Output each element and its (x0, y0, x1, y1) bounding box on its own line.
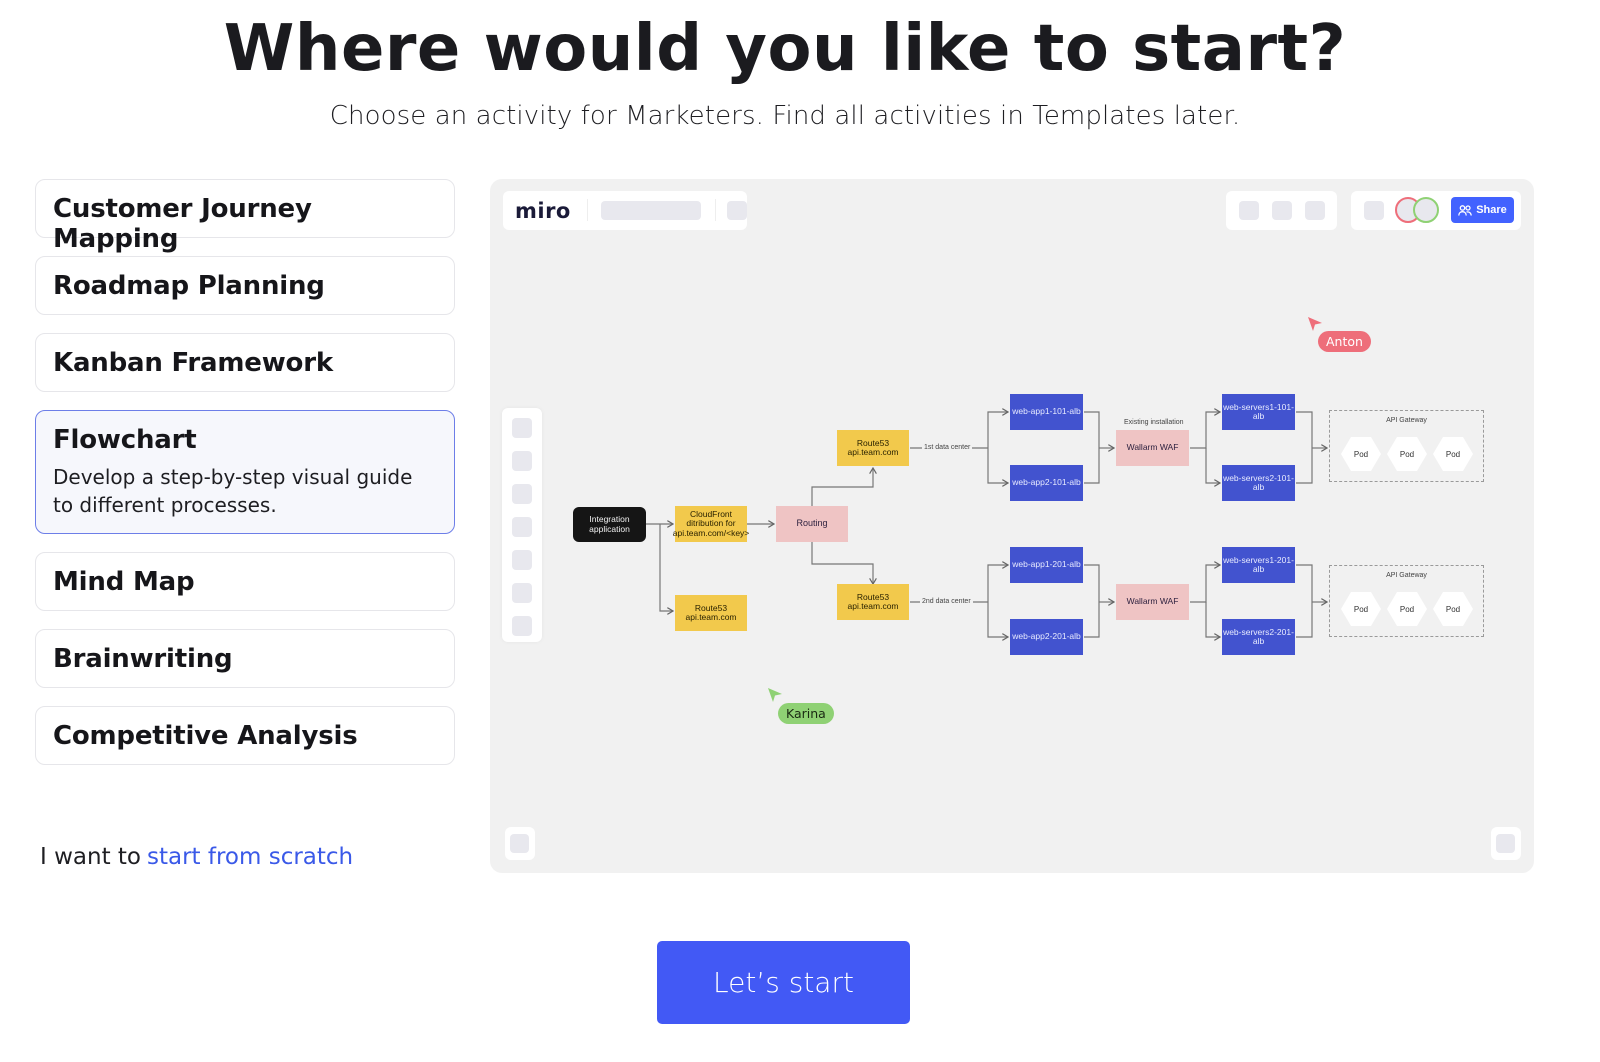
activity-name: Mind Map (53, 567, 195, 597)
template-preview: miro Share Integration application Cloud… (490, 179, 1534, 873)
page-subtitle: Choose an activity for Marketers. Find a… (329, 101, 1241, 131)
node-cloudfront[interactable]: CloudFront ditribution for api.team.com/… (673, 506, 749, 542)
activity-flowchart[interactable]: Flowchart Develop a step-by-step visual … (35, 410, 455, 534)
pod-node[interactable]: Pod (1341, 437, 1381, 471)
cursor-tag-karina: Karina (778, 703, 834, 724)
scratch-prefix: I want to (40, 844, 141, 870)
cursor-tag-anton: Anton (1318, 331, 1371, 352)
node-route53[interactable]: Route53 api.team.com (675, 595, 747, 631)
activity-name: Customer Journey Mapping (53, 194, 312, 254)
node-route53-dc2[interactable]: Route53 api.team.com (837, 584, 909, 620)
node-wallarm-waf-1[interactable]: Wallarm WAF (1116, 430, 1189, 466)
cursor-arrow-icon (768, 688, 782, 702)
api-gateway-label: API Gateway (1386, 417, 1427, 424)
activity-name: Brainwriting (53, 644, 233, 674)
node-routing[interactable]: Routing (776, 506, 848, 542)
diagram-connectors (646, 179, 1534, 873)
node-web-servers1-101-alb[interactable]: web-servers1-101-alb (1222, 394, 1295, 430)
node-web-servers1-201-alb[interactable]: web-servers1-201-alb (1222, 547, 1295, 583)
start-from-scratch-row: I want to start from scratch (40, 844, 353, 870)
activity-name: Kanban Framework (53, 348, 333, 378)
activity-brainwriting[interactable]: Brainwriting (35, 629, 455, 688)
node-web-app1-201-alb[interactable]: web-app1-201-alb (1010, 547, 1083, 583)
cursor-arrow-icon (1308, 317, 1322, 331)
label-existing-installation: Existing installation (1124, 419, 1184, 426)
activity-roadmap-planning[interactable]: Roadmap Planning (35, 256, 455, 315)
label-1st-data-center: 1st data center (922, 444, 973, 451)
node-web-app2-201-alb[interactable]: web-app2-201-alb (1010, 619, 1083, 655)
node-web-servers2-101-alb[interactable]: web-servers2-101-alb (1222, 465, 1295, 501)
label-2nd-data-center: 2nd data center (920, 598, 973, 605)
lets-start-button[interactable]: Let’s start (657, 941, 910, 1024)
api-gateway-label: API Gateway (1386, 572, 1427, 579)
activity-kanban-framework[interactable]: Kanban Framework (35, 333, 455, 392)
start-from-scratch-link[interactable]: start from scratch (147, 844, 353, 870)
activity-mind-map[interactable]: Mind Map (35, 552, 455, 611)
activity-competitive-analysis[interactable]: Competitive Analysis (35, 706, 455, 765)
node-web-app2-101-alb[interactable]: web-app2-101-alb (1010, 465, 1083, 501)
activity-name: Competitive Analysis (53, 721, 358, 751)
node-route53-dc1[interactable]: Route53 api.team.com (837, 430, 909, 466)
node-integration-application[interactable]: Integration application (573, 507, 646, 542)
pod-node[interactable]: Pod (1387, 437, 1427, 471)
activity-description: Develop a step-by-step visual guide to d… (53, 465, 413, 517)
api-gateway-group-2[interactable]: API Gateway Pod Pod Pod (1329, 565, 1484, 637)
node-web-servers2-201-alb[interactable]: web-servers2-201-alb (1222, 619, 1295, 655)
activity-customer-journey-mapping[interactable]: Customer Journey Mapping (35, 179, 455, 254)
api-gateway-group-1[interactable]: API Gateway Pod Pod Pod (1329, 410, 1484, 482)
activity-name: Flowchart (53, 425, 197, 455)
pod-node[interactable]: Pod (1387, 592, 1427, 626)
pod-node[interactable]: Pod (1341, 592, 1381, 626)
activity-name: Roadmap Planning (53, 271, 325, 301)
node-web-app1-101-alb[interactable]: web-app1-101-alb (1010, 394, 1083, 430)
page-title: Where would you like to start? (223, 12, 1347, 86)
node-wallarm-waf-2[interactable]: Wallarm WAF (1116, 584, 1189, 620)
pod-node[interactable]: Pod (1433, 437, 1473, 471)
pod-node[interactable]: Pod (1433, 592, 1473, 626)
